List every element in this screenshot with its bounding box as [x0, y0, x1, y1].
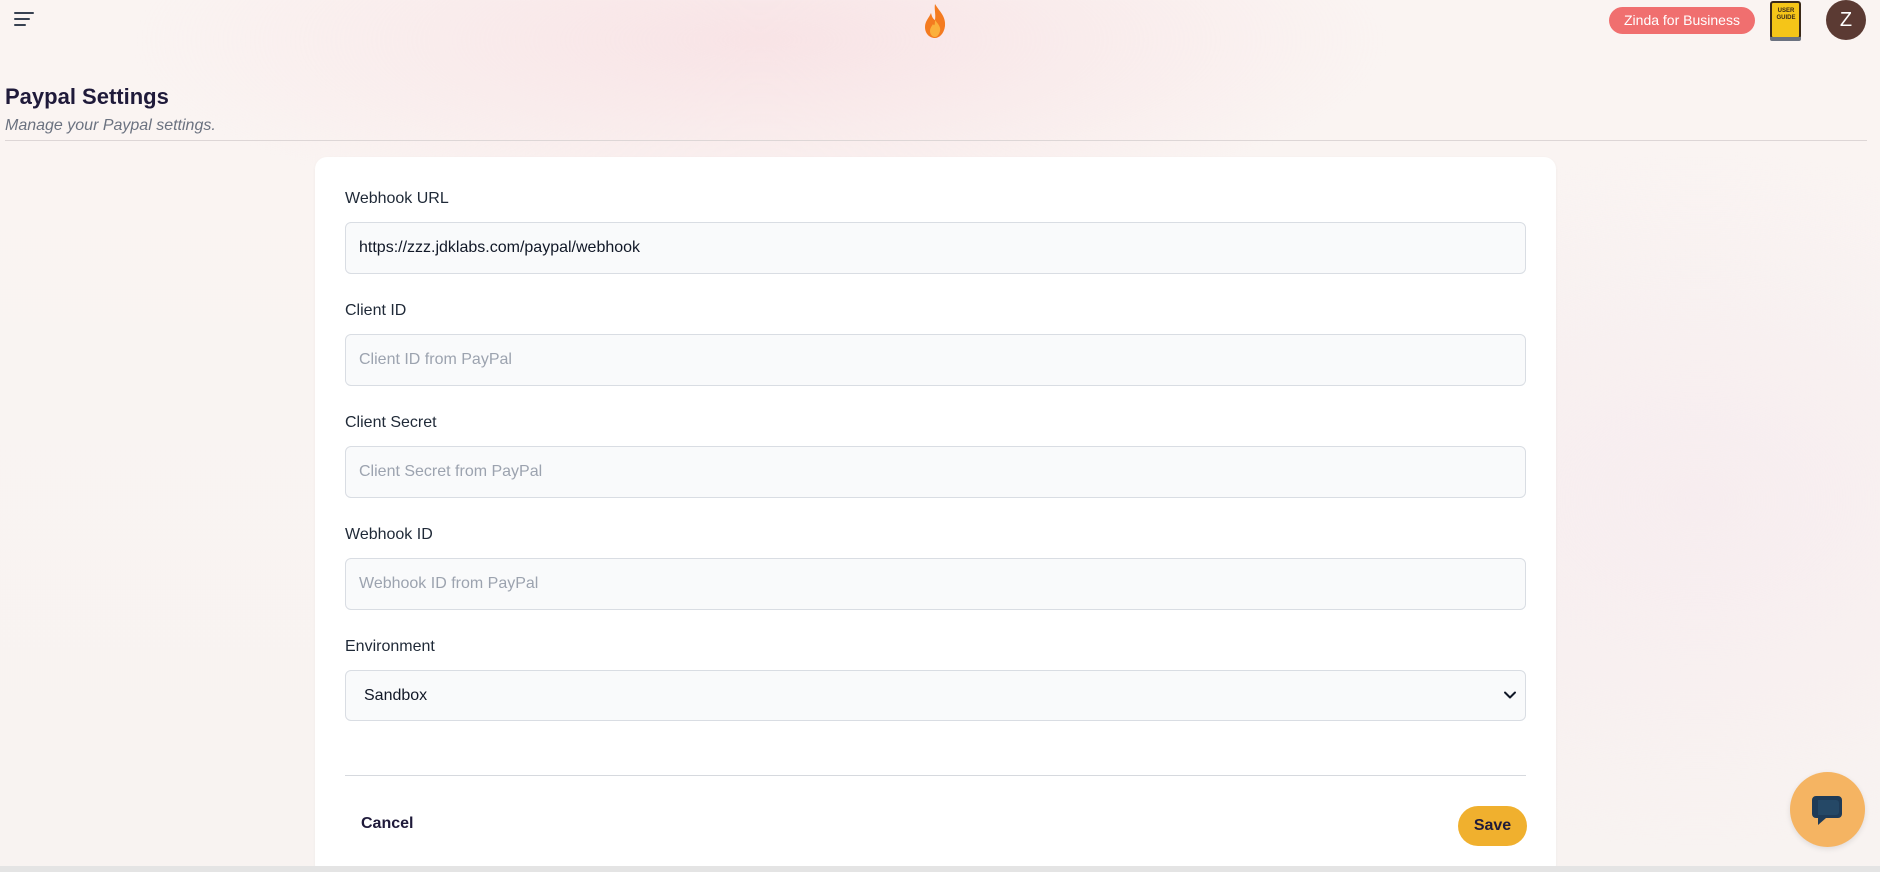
form-divider [345, 775, 1526, 776]
webhook-url-label: Webhook URL [345, 190, 449, 207]
hamburger-menu-icon[interactable] [14, 10, 36, 30]
top-bar: Zinda for Business USER GUIDE Z [0, 0, 1880, 42]
webhook-id-input[interactable] [345, 558, 1526, 610]
bottom-scroll-strip [0, 866, 1880, 872]
flame-icon[interactable] [920, 2, 950, 40]
chevron-down-icon [1503, 688, 1517, 702]
client-secret-label: Client Secret [345, 414, 437, 431]
page-subtitle: Manage your Paypal settings. [5, 117, 216, 134]
environment-select[interactable]: Sandbox [345, 670, 1526, 721]
webhook-url-input[interactable] [345, 222, 1526, 274]
book-spine [1770, 37, 1801, 41]
save-button[interactable]: Save [1458, 806, 1527, 846]
environment-selected-value: Sandbox [364, 687, 428, 704]
chat-widget-button[interactable] [1790, 772, 1865, 847]
zinda-for-business-button[interactable]: Zinda for Business [1609, 7, 1755, 34]
user-guide-book-icon[interactable]: USER GUIDE [1770, 1, 1801, 41]
client-id-label: Client ID [345, 302, 407, 319]
cancel-button[interactable]: Cancel [361, 815, 413, 833]
client-secret-input[interactable] [345, 446, 1526, 498]
webhook-id-label: Webhook ID [345, 526, 433, 543]
user-avatar[interactable]: Z [1826, 0, 1866, 40]
chat-bubble-icon [1812, 796, 1842, 825]
page-title: Paypal Settings [5, 84, 169, 109]
settings-form-card: Webhook URL Client ID Client Secret Webh… [315, 157, 1556, 872]
environment-label: Environment [345, 638, 435, 655]
title-divider [5, 140, 1867, 141]
user-guide-label: USER GUIDE [1776, 8, 1796, 21]
client-id-input[interactable] [345, 334, 1526, 386]
